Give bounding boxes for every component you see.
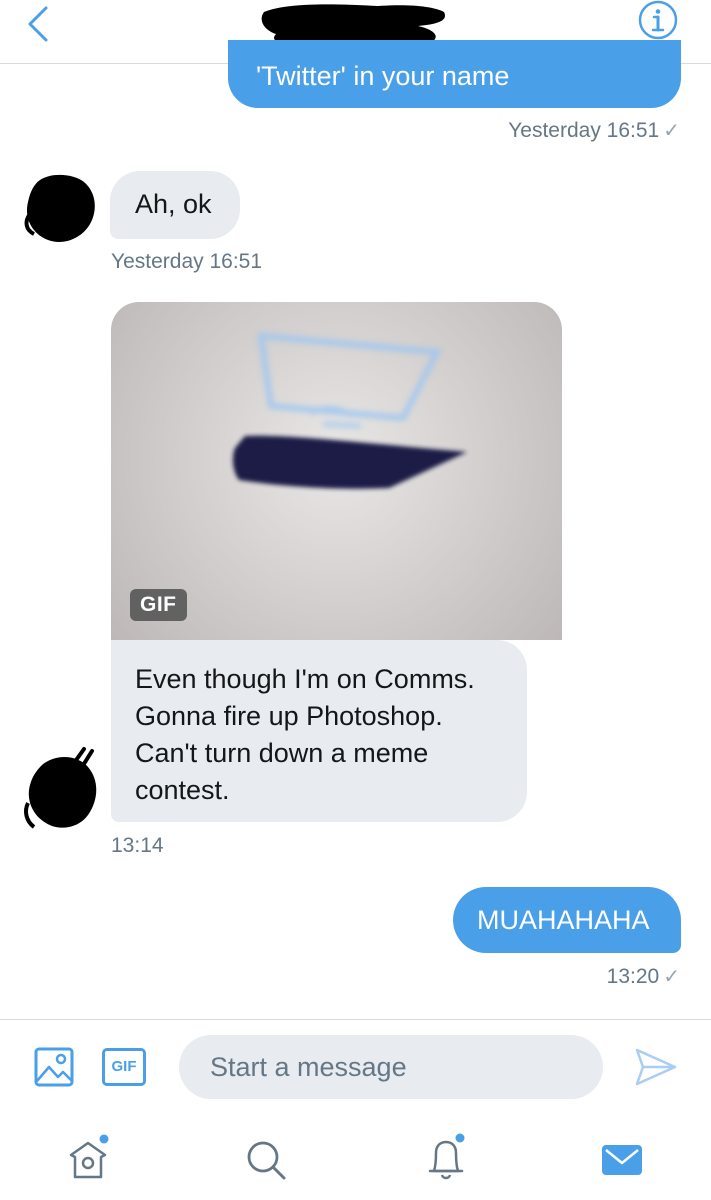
message-input[interactable] bbox=[179, 1035, 603, 1099]
message-timestamp: Yesterday 16:51 ✓ bbox=[508, 119, 680, 142]
messages-icon bbox=[602, 1145, 642, 1175]
message-text: MUAHAHAHA bbox=[477, 905, 650, 935]
message-bubble-outgoing[interactable]: 'Twitter' in your name bbox=[228, 40, 681, 108]
message-bubble-incoming[interactable]: Ah, ok bbox=[110, 171, 240, 239]
message-text: Ah, ok bbox=[135, 189, 212, 219]
gif-badge: GIF bbox=[130, 589, 187, 621]
notifications-icon bbox=[428, 1133, 465, 1180]
back-button[interactable] bbox=[20, 4, 60, 44]
info-circle-icon bbox=[638, 0, 678, 40]
message-composer: GIF bbox=[0, 1019, 711, 1115]
chevron-left-icon bbox=[28, 6, 48, 42]
message-text: 'Twitter' in your name bbox=[256, 61, 510, 91]
message-bubble-outgoing[interactable]: MUAHAHAHA bbox=[453, 887, 681, 953]
avatar[interactable] bbox=[22, 745, 100, 833]
image-icon bbox=[34, 1047, 74, 1087]
tab-home[interactable] bbox=[63, 1133, 113, 1183]
message-bubble-incoming[interactable]: Even though I'm on Comms. Gonna fire up … bbox=[111, 640, 527, 822]
search-icon bbox=[247, 1141, 286, 1180]
tab-messages[interactable] bbox=[598, 1133, 648, 1183]
message-text-line: Can't turn down a meme bbox=[135, 738, 429, 768]
info-button[interactable] bbox=[636, 0, 680, 44]
avatar[interactable] bbox=[22, 170, 98, 246]
gif-attachment[interactable]: GIF bbox=[111, 302, 562, 640]
message-timestamp: 13:20 ✓ bbox=[606, 965, 680, 988]
sent-check-icon: ✓ bbox=[663, 966, 680, 988]
add-gif-button[interactable]: GIF bbox=[102, 1048, 146, 1086]
home-icon bbox=[69, 1134, 109, 1179]
send-icon bbox=[635, 1048, 677, 1086]
add-image-button[interactable] bbox=[34, 1047, 74, 1087]
tab-search[interactable] bbox=[240, 1133, 290, 1183]
message-text-line: contest. bbox=[135, 775, 230, 805]
message-text-line: Even though I'm on Comms. bbox=[135, 664, 475, 694]
message-timestamp: Yesterday 16:51 bbox=[111, 250, 263, 273]
message-text-line: Gonna fire up Photoshop. bbox=[135, 701, 443, 731]
sent-check-icon: ✓ bbox=[663, 120, 680, 142]
bottom-tab-bar bbox=[0, 1115, 711, 1200]
message-timestamp: 13:14 bbox=[111, 834, 164, 857]
send-button[interactable] bbox=[633, 1044, 679, 1090]
tab-notifications[interactable] bbox=[420, 1133, 470, 1183]
